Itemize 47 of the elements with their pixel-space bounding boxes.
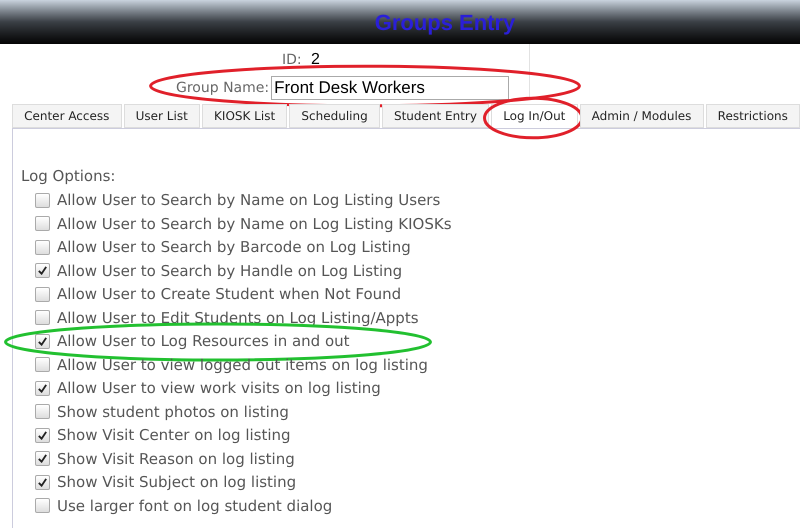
tab[interactable]: User List	[124, 104, 200, 128]
id-value: 2	[311, 50, 320, 70]
option-label: Show student photos on listing	[57, 402, 289, 422]
option-label: Allow User to view work visits on log listing	[57, 378, 381, 399]
tab[interactable]: Scheduling	[289, 104, 380, 128]
tab[interactable]: Admin / Modules	[580, 104, 704, 128]
checkbox[interactable]	[35, 428, 50, 443]
checkmark-icon	[37, 453, 48, 464]
checkbox[interactable]	[35, 216, 50, 232]
option-label: Show Visit Center on log listing	[57, 425, 291, 446]
tab[interactable]: Restrictions	[706, 104, 800, 128]
checkmark-icon	[37, 476, 48, 488]
checkbox[interactable]	[35, 192, 50, 208]
id-label: ID:	[282, 50, 303, 70]
option-label: Show Visit Reason on log listing	[57, 448, 295, 470]
option-label: Allow User to Search by Name on Log Listing Users	[57, 190, 440, 211]
option-label: Allow User to Search by Barcode on Log Listing	[57, 237, 411, 258]
checkmark-icon	[37, 430, 48, 441]
checkbox[interactable]	[35, 334, 50, 349]
option-label: Allow User to Search by Handle on Log Listing	[57, 260, 402, 282]
checkbox[interactable]	[35, 263, 50, 278]
checkmark-icon	[37, 336, 48, 347]
tab[interactable]: Log In/Out	[491, 104, 578, 128]
option-label: Allow User to view logged out items on log listing	[57, 354, 428, 376]
option-label: Allow User to Log Resources in and out	[57, 331, 350, 352]
checkbox[interactable]	[35, 286, 50, 302]
section-label: Log Options:	[21, 166, 116, 187]
group-name-label: Group Name:	[176, 78, 270, 98]
option-label: Allow User to Create Student when Not Found	[57, 284, 402, 305]
option-label: Use larger font on log student dialog	[57, 496, 332, 516]
checkbox[interactable]	[35, 380, 50, 396]
option-label: Show Visit Subject on log listing	[57, 472, 296, 493]
checkbox[interactable]	[35, 240, 50, 255]
group-name-field[interactable]: Front Desk Workers	[271, 76, 510, 100]
tab[interactable]: Center Access	[12, 104, 122, 128]
checkbox[interactable]	[35, 451, 50, 466]
checkbox[interactable]	[35, 404, 50, 420]
checkbox[interactable]	[35, 474, 50, 490]
window-title: Groups Entry	[374, 8, 516, 37]
checkmark-icon	[37, 382, 48, 394]
checkbox[interactable]	[35, 498, 50, 514]
checkmark-icon	[37, 265, 48, 276]
tab[interactable]: Student Entry	[382, 104, 490, 128]
option-label: Allow User to Search by Name on Log Listing KIOSKs	[57, 214, 452, 234]
checkbox[interactable]	[35, 310, 50, 326]
checkbox[interactable]	[35, 357, 50, 372]
tab[interactable]: KIOSK List	[202, 104, 288, 128]
